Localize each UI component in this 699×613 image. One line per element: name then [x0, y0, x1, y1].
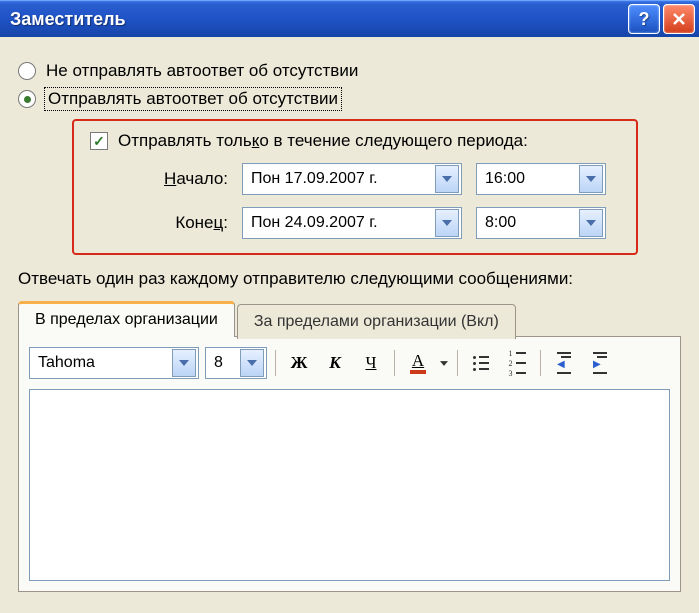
bullet-list-icon	[473, 356, 489, 371]
close-button[interactable]	[663, 4, 695, 34]
font-color-dropdown[interactable]	[439, 361, 449, 366]
separator	[394, 350, 395, 376]
help-button[interactable]: ?	[628, 4, 660, 34]
dropdown-icon	[435, 209, 459, 237]
increase-indent-icon: ▶	[593, 352, 607, 374]
start-time-value: 16:00	[485, 170, 577, 188]
increase-indent-button[interactable]: ▶	[585, 349, 615, 377]
period-checkbox[interactable]: ✓ Отправлять только в течение следующего…	[90, 131, 620, 151]
bullet-list-button[interactable]	[466, 349, 496, 377]
dropdown-icon	[240, 349, 264, 377]
radio-no-send-label: Не отправлять автоответ об отсутствии	[46, 61, 358, 81]
message-textarea[interactable]	[29, 389, 670, 581]
start-date-value: Пон 17.09.2007 г.	[251, 170, 433, 188]
title-bar[interactable]: Заместитель ?	[0, 0, 699, 37]
separator	[457, 350, 458, 376]
font-size-combo[interactable]: 8	[205, 347, 267, 379]
font-color-icon: А	[410, 352, 426, 374]
tab-outside-org[interactable]: За пределами организации (Вкл)	[237, 304, 516, 339]
italic-button[interactable]: К	[320, 349, 350, 377]
font-value: Tahoma	[38, 354, 170, 372]
radio-send-label: Отправлять автоответ об отсутствии	[46, 89, 340, 109]
radio-send[interactable]: Отправлять автоответ об отсутствии	[18, 89, 681, 109]
editor-panel: Tahoma 8 Ж К Ч А	[18, 336, 681, 592]
start-date-combo[interactable]: Пон 17.09.2007 г.	[242, 163, 462, 195]
separator	[275, 350, 276, 376]
decrease-indent-icon: ◀	[557, 352, 571, 374]
end-date-combo[interactable]: Пон 24.09.2007 г.	[242, 207, 462, 239]
start-label: Начало:	[118, 169, 228, 189]
editor-toolbar: Tahoma 8 Ж К Ч А	[29, 347, 670, 379]
close-icon	[672, 12, 686, 26]
dropdown-icon	[172, 349, 196, 377]
reply-description: Отвечать один раз каждому отправителю сл…	[18, 269, 681, 289]
radio-no-send[interactable]: Не отправлять автоответ об отсутствии	[18, 61, 681, 81]
dropdown-icon	[435, 165, 459, 193]
tab-inside-org[interactable]: В пределах организации	[18, 301, 235, 337]
period-checkbox-label: Отправлять только в течение следующего п…	[118, 131, 528, 151]
decrease-indent-button[interactable]: ◀	[549, 349, 579, 377]
window-title: Заместитель	[10, 9, 625, 30]
font-color-button[interactable]: А	[403, 349, 433, 377]
end-date-value: Пон 24.09.2007 г.	[251, 214, 433, 232]
dropdown-icon	[579, 209, 603, 237]
radio-icon	[18, 90, 36, 108]
period-group: ✓ Отправлять только в течение следующего…	[72, 119, 638, 255]
font-size-value: 8	[214, 354, 238, 372]
chevron-down-icon	[440, 361, 448, 366]
tabs: В пределах организации За пределами орга…	[18, 301, 681, 337]
end-time-value: 8:00	[485, 214, 577, 232]
number-list-button[interactable]: 1 2 3	[502, 349, 532, 377]
number-list-icon: 1 2 3	[509, 350, 526, 377]
checkbox-icon: ✓	[90, 132, 108, 150]
font-combo[interactable]: Tahoma	[29, 347, 199, 379]
radio-icon	[18, 62, 36, 80]
end-label: Конец:	[118, 213, 228, 233]
bold-button[interactable]: Ж	[284, 349, 314, 377]
underline-button[interactable]: Ч	[356, 349, 386, 377]
dropdown-icon	[579, 165, 603, 193]
start-time-combo[interactable]: 16:00	[476, 163, 606, 195]
separator	[540, 350, 541, 376]
end-time-combo[interactable]: 8:00	[476, 207, 606, 239]
